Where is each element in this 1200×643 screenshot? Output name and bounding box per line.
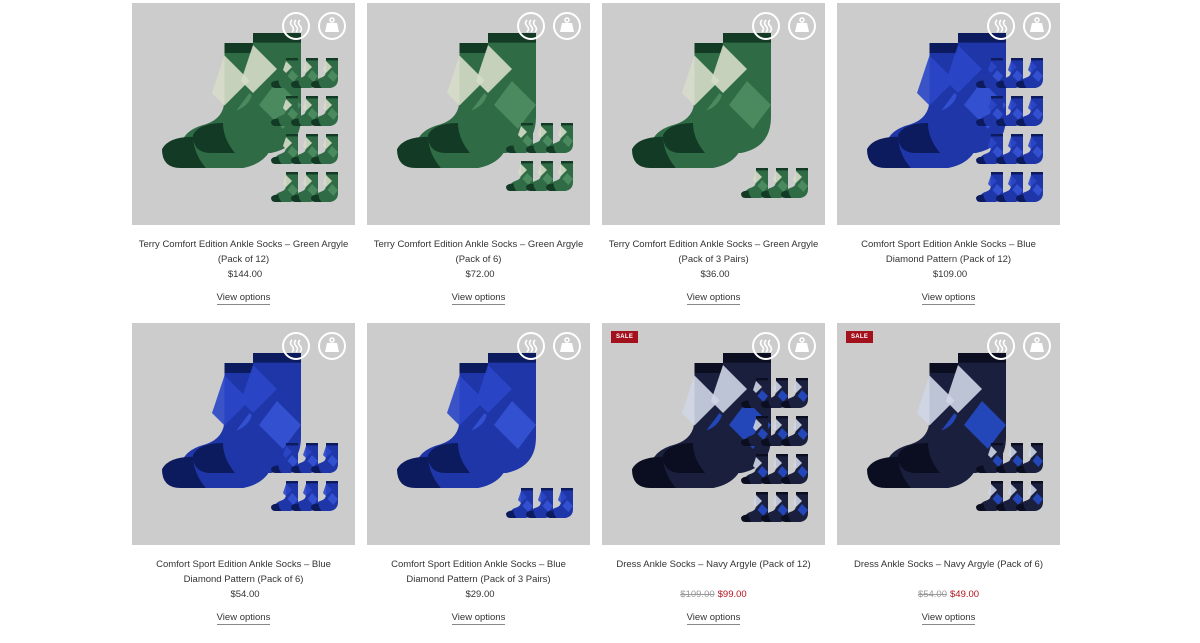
view-options-link[interactable]: View options [451, 612, 506, 625]
current-price: $29.00 [465, 589, 495, 600]
product-card: SALE Dress Ankle Socks – Navy Argyle (Pa… [602, 323, 825, 643]
product-title[interactable]: Comfort Sport Edition Ankle Socks – Blue… [367, 557, 590, 587]
current-price: $109.00 [932, 269, 968, 280]
product-price: $29.00 [367, 588, 590, 602]
product-price: $72.00 [367, 268, 590, 282]
weight-icon [788, 12, 816, 40]
product-card: Comfort Sport Edition Ankle Socks – Blue… [132, 323, 355, 643]
heat-wave-icon [987, 332, 1015, 360]
product-price: $36.00 [602, 268, 825, 282]
sale-badge: SALE [611, 331, 639, 343]
view-options-link[interactable]: View options [216, 292, 271, 305]
heat-wave-icon [517, 332, 545, 360]
view-options-link[interactable]: View options [686, 292, 741, 305]
product-card: Comfort Sport Edition Ankle Socks – Blue… [837, 3, 1060, 323]
product-price: $144.00 [132, 268, 355, 282]
current-price: $54.00 [230, 589, 260, 600]
old-price: $109.00 [680, 589, 715, 600]
weight-icon [318, 12, 346, 40]
sale-badge: SALE [846, 331, 874, 343]
product-title[interactable]: Comfort Sport Edition Ankle Socks – Blue… [132, 557, 355, 587]
current-price: $36.00 [700, 269, 730, 280]
weight-icon [1023, 12, 1051, 40]
heat-wave-icon [282, 332, 310, 360]
product-grid: Terry Comfort Edition Ankle Socks – Gree… [132, 3, 1060, 643]
product-price: $54.00 $49.00 [837, 588, 1060, 602]
view-options-link[interactable]: View options [451, 292, 506, 305]
product-image[interactable] [367, 323, 590, 545]
product-price: $109.00 $99.00 [602, 588, 825, 602]
current-price: $49.00 [950, 589, 980, 600]
product-card: Terry Comfort Edition Ankle Socks – Gree… [132, 3, 355, 323]
current-price: $99.00 [717, 589, 747, 600]
product-title[interactable]: Terry Comfort Edition Ankle Socks – Gree… [602, 237, 825, 267]
product-card: Comfort Sport Edition Ankle Socks – Blue… [367, 323, 590, 643]
product-price: $109.00 [837, 268, 1060, 282]
current-price: $144.00 [227, 269, 263, 280]
view-options-link[interactable]: View options [921, 612, 976, 625]
product-title[interactable]: Dress Ankle Socks – Navy Argyle (Pack of… [837, 557, 1060, 587]
product-image[interactable] [837, 3, 1060, 225]
current-price: $72.00 [465, 269, 495, 280]
product-title[interactable]: Dress Ankle Socks – Navy Argyle (Pack of… [602, 557, 825, 587]
heat-wave-icon [282, 12, 310, 40]
weight-icon [553, 332, 581, 360]
product-image[interactable]: SALE [602, 323, 825, 545]
weight-icon [553, 12, 581, 40]
weight-icon [788, 332, 816, 360]
product-title[interactable]: Terry Comfort Edition Ankle Socks – Gree… [367, 237, 590, 267]
heat-wave-icon [517, 12, 545, 40]
product-image[interactable] [132, 3, 355, 225]
view-options-link[interactable]: View options [216, 612, 271, 625]
product-card: Terry Comfort Edition Ankle Socks – Gree… [367, 3, 590, 323]
weight-icon [318, 332, 346, 360]
product-image[interactable] [367, 3, 590, 225]
product-title[interactable]: Comfort Sport Edition Ankle Socks – Blue… [837, 237, 1060, 267]
heat-wave-icon [752, 12, 780, 40]
product-card: Terry Comfort Edition Ankle Socks – Gree… [602, 3, 825, 323]
product-title[interactable]: Terry Comfort Edition Ankle Socks – Gree… [132, 237, 355, 267]
old-price: $54.00 [917, 589, 947, 600]
product-card: SALE Dress Ankle Socks – Navy Argyle (Pa… [837, 323, 1060, 643]
product-image[interactable]: SALE [837, 323, 1060, 545]
product-image[interactable] [602, 3, 825, 225]
heat-wave-icon [752, 332, 780, 360]
product-image[interactable] [132, 323, 355, 545]
heat-wave-icon [987, 12, 1015, 40]
view-options-link[interactable]: View options [686, 612, 741, 625]
view-options-link[interactable]: View options [921, 292, 976, 305]
weight-icon [1023, 332, 1051, 360]
product-price: $54.00 [132, 588, 355, 602]
